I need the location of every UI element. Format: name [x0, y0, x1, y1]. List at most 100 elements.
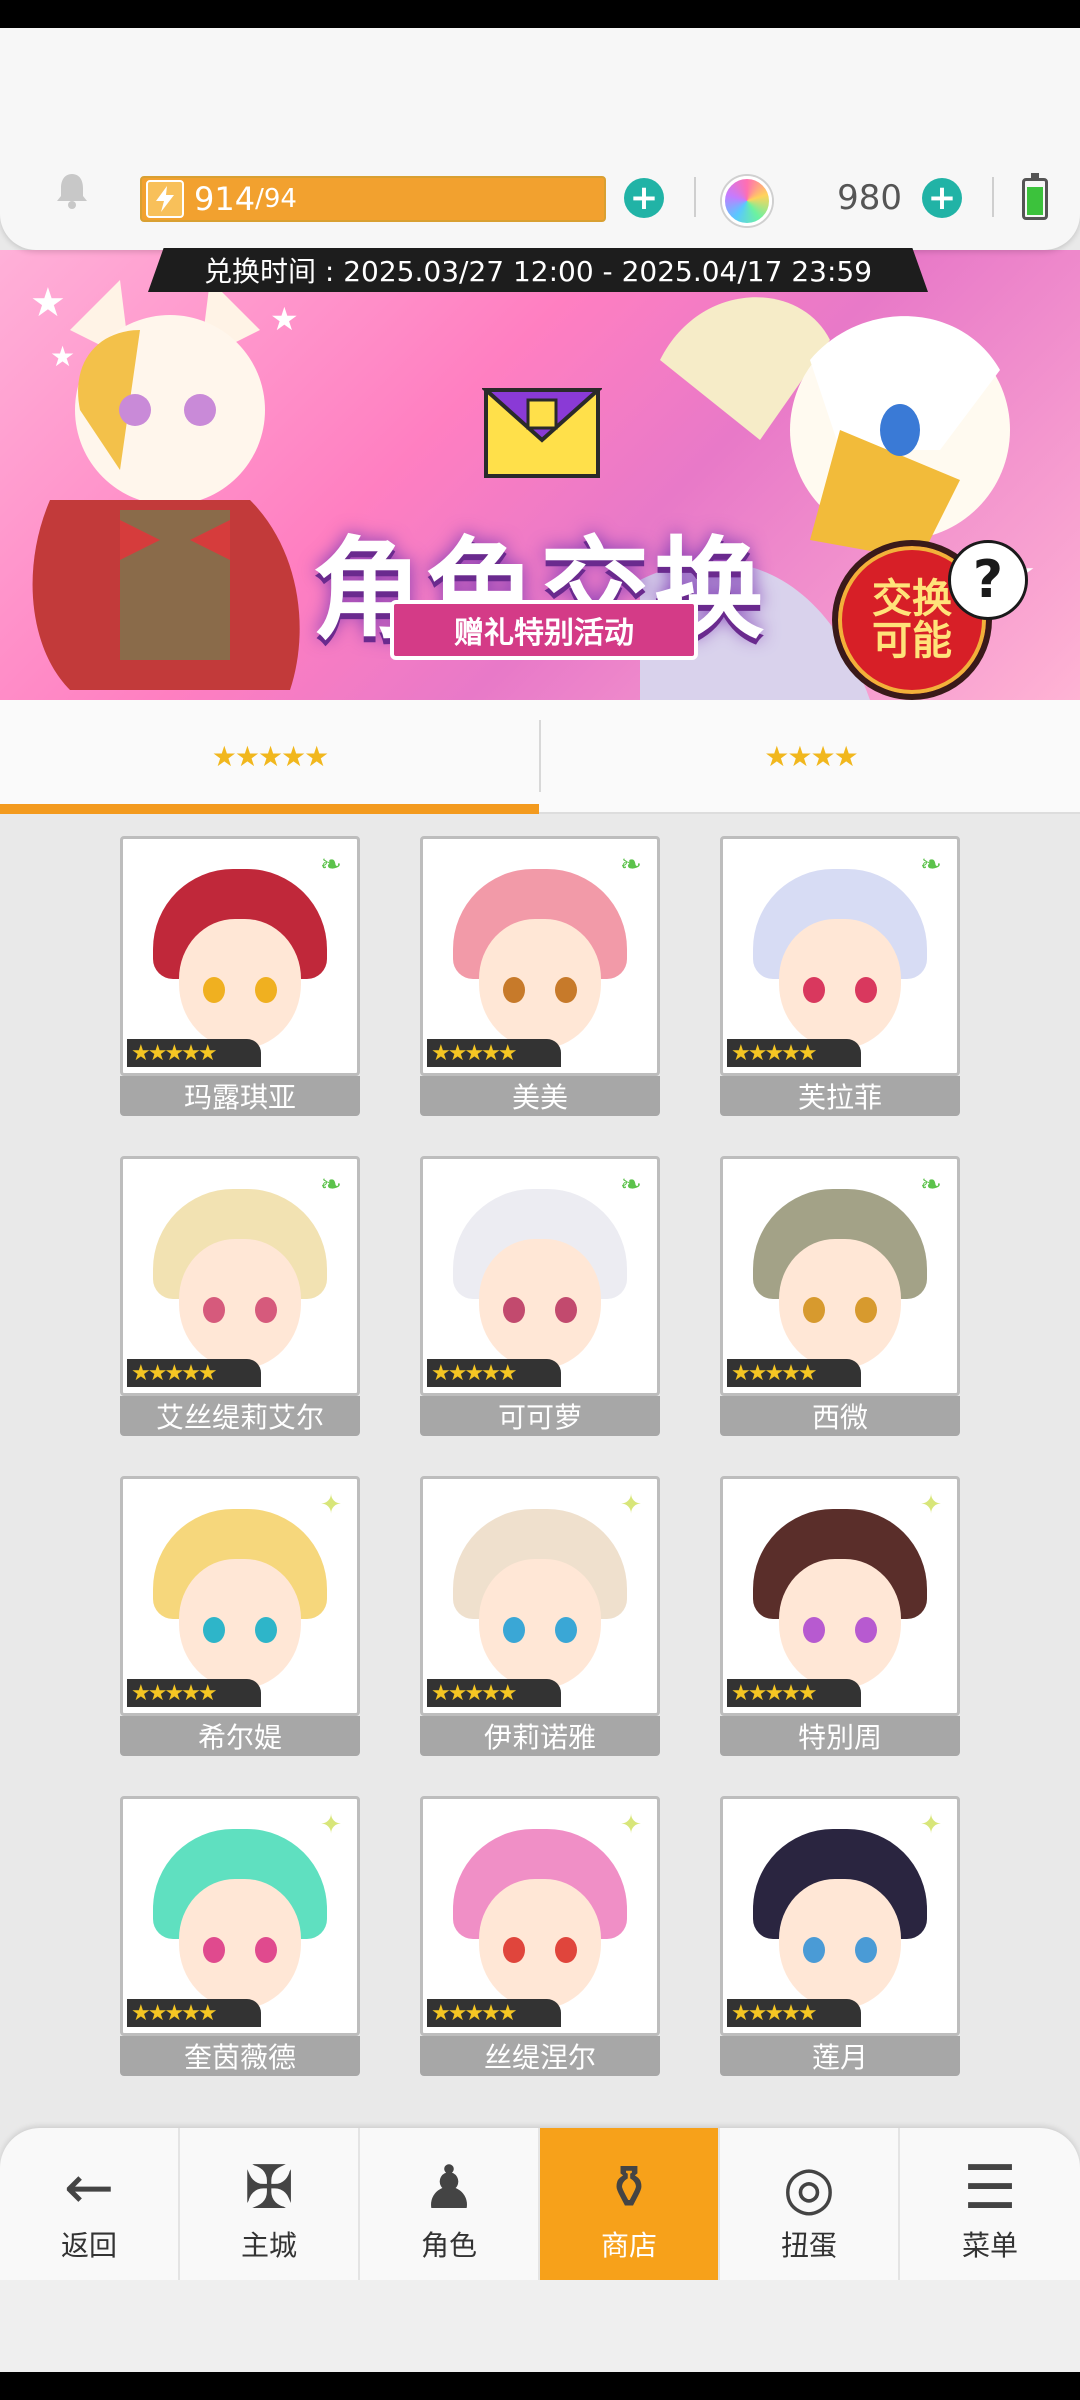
face — [779, 1879, 901, 2009]
nav-label: 菜单 — [961, 2229, 1018, 2262]
nav-label: 角色 — [420, 2229, 477, 2262]
face — [179, 1559, 301, 1689]
main-city-icon: ✠ — [243, 2153, 295, 2223]
rarity-stars: ★★★★★ — [727, 1999, 861, 2027]
status-bar-bottom — [0, 2372, 1080, 2400]
stamina-max: /94 — [255, 184, 297, 214]
nav-label: 主城 — [240, 2229, 297, 2262]
bottom-nav: ← 返回 ✠ 主城 ♟ 角色 ⚱ 商店 ◎ 扭蛋 ☰ 菜单 — [0, 2128, 1080, 2280]
character-name: 希尔媞 — [120, 1716, 360, 1756]
face — [479, 1239, 601, 1369]
character-portrait: ✦ ★★★★★ — [420, 1796, 660, 2036]
character-portrait: ✦ ★★★★★ — [120, 1476, 360, 1716]
nav-label: 商店 — [600, 2229, 657, 2262]
nav-back[interactable]: ← 返回 — [0, 2128, 180, 2280]
sparkle-icon: ✦ — [311, 1805, 351, 1845]
character-portrait: ❧ ★★★★★ — [420, 1156, 660, 1396]
exchange-period: 兑换时间 : 2025.03/27 12:00 - 2025.04/17 23:… — [148, 248, 928, 292]
gem-count: 980 — [837, 178, 902, 218]
nav-menu[interactable]: ☰ 菜单 — [900, 2128, 1080, 2280]
character-name: 奎茵薇德 — [120, 2036, 360, 2076]
character-card[interactable]: ✦ ★★★★★ 伊莉诺雅 — [420, 1476, 660, 1756]
rarity-stars: ★★★★★ — [727, 1039, 861, 1067]
character-name: 芙拉菲 — [720, 1076, 960, 1116]
character-card[interactable]: ❧ ★★★★★ 西微 — [720, 1156, 960, 1436]
sparkle-icon: ✦ — [911, 1485, 951, 1525]
sparkle-icon: ✦ — [911, 1805, 951, 1845]
character-portrait: ❧ ★★★★★ — [120, 836, 360, 1076]
character-name: 玛露琪亚 — [120, 1076, 360, 1116]
nav-footer — [0, 2280, 1080, 2372]
character-portrait: ❧ ★★★★★ — [120, 1156, 360, 1396]
character-portrait: ✦ ★★★★★ — [720, 1796, 960, 2036]
character-card[interactable]: ✦ ★★★★★ 奎茵薇德 — [120, 1796, 360, 2076]
character-card[interactable]: ✦ ★★★★★ 特別周 — [720, 1476, 960, 1756]
add-gems-button[interactable]: + — [922, 178, 962, 218]
rarity-stars: ★★★★★ — [727, 1359, 861, 1387]
banner-subtitle: 赠礼特别活动 — [390, 600, 698, 660]
battery-icon — [1022, 173, 1048, 220]
face — [479, 919, 601, 1049]
stamina-bar: 914 /94 — [140, 176, 606, 222]
sparkle-icon: ✦ — [611, 1485, 651, 1525]
help-button[interactable]: ? — [948, 540, 1028, 620]
character-card[interactable]: ❧ ★★★★★ 玛露琪亚 — [120, 836, 360, 1116]
face — [179, 1239, 301, 1369]
character-portrait: ❧ ★★★★★ — [720, 1156, 960, 1396]
character-portrait: ✦ ★★★★★ — [420, 1476, 660, 1716]
face — [779, 1559, 901, 1689]
back-icon: ← — [63, 2153, 115, 2223]
envelope-icon — [482, 388, 602, 478]
character-card[interactable]: ✦ ★★★★★ 希尔媞 — [120, 1476, 360, 1756]
shop-icon: ⚱ — [603, 2153, 655, 2223]
character-name: 特別周 — [720, 1716, 960, 1756]
rarity-stars: ★★★★★ — [727, 1679, 861, 1707]
rarity-stars: ★★★★★ — [127, 1359, 261, 1387]
character-grid: ❧ ★★★★★ 玛露琪亚 ❧ ★★★★★ 美美 ❧ ★★★★★ 芙拉菲 ❧ ★★★★★ 艾丝缇莉艾尔 ❧… — [120, 836, 960, 2076]
rarity-stars: ★★★★★ — [127, 1999, 261, 2027]
character-name: 艾丝缇莉艾尔 — [120, 1396, 360, 1436]
character-portrait: ❧ ★★★★★ — [420, 836, 660, 1076]
character-card[interactable]: ✦ ★★★★★ 莲月 — [720, 1796, 960, 2076]
sparkle-icon: ✦ — [311, 1485, 351, 1525]
gem-icon — [722, 176, 772, 226]
rarity-stars: ★★★★★ — [427, 1679, 561, 1707]
rarity-stars: ★★★★★ — [427, 1039, 561, 1067]
leaf-icon: ❧ — [911, 1165, 951, 1205]
nav-character[interactable]: ♟ 角色 — [360, 2128, 540, 2280]
character-name: 丝缇涅尔 — [420, 2036, 660, 2076]
character-icon: ♟ — [422, 2153, 476, 2223]
character-card[interactable]: ✦ ★★★★★ 丝缇涅尔 — [420, 1796, 660, 2076]
character-card[interactable]: ❧ ★★★★★ 艾丝缇莉艾尔 — [120, 1156, 360, 1436]
nav-label: 扭蛋 — [780, 2229, 837, 2262]
tab-4-star[interactable]: ★★★★ — [541, 700, 1080, 812]
gacha-icon: ◎ — [782, 2153, 836, 2223]
face — [479, 1879, 601, 2009]
nav-label: 返回 — [60, 2229, 117, 2262]
nav-main-city[interactable]: ✠ 主城 — [180, 2128, 360, 2280]
stamina-current: 914 — [194, 180, 256, 218]
tab-5-star[interactable]: ★★★★★ — [0, 700, 539, 814]
rarity-tabs: ★★★★★ ★★★★ — [0, 700, 1080, 814]
character-name: 西微 — [720, 1396, 960, 1436]
character-name: 可可萝 — [420, 1396, 660, 1436]
rarity-stars: ★★★★★ — [427, 1359, 561, 1387]
status-bar-top — [0, 0, 1080, 28]
character-card[interactable]: ❧ ★★★★★ 美美 — [420, 836, 660, 1116]
divider — [694, 177, 696, 217]
character-portrait: ✦ ★★★★★ — [720, 1476, 960, 1716]
face — [179, 919, 301, 1049]
nav-gacha[interactable]: ◎ 扭蛋 — [720, 2128, 900, 2280]
nav-shop[interactable]: ⚱ 商店 — [540, 2128, 720, 2280]
character-card[interactable]: ❧ ★★★★★ 可可萝 — [420, 1156, 660, 1436]
leaf-icon: ❧ — [611, 845, 651, 885]
add-stamina-button[interactable]: + — [624, 178, 664, 218]
rarity-stars: ★★★★★ — [127, 1679, 261, 1707]
event-banner[interactable]: ★ ★ ★ ★ 角色交换 赠礼特别活动 交换 可能 ? — [0, 250, 1080, 700]
bell-icon[interactable] — [52, 170, 92, 210]
leaf-icon: ❧ — [611, 1165, 651, 1205]
rarity-stars: ★★★★★ — [427, 1999, 561, 2027]
character-art-left — [32, 280, 300, 690]
character-card[interactable]: ❧ ★★★★★ 芙拉菲 — [720, 836, 960, 1116]
leaf-icon: ❧ — [911, 845, 951, 885]
